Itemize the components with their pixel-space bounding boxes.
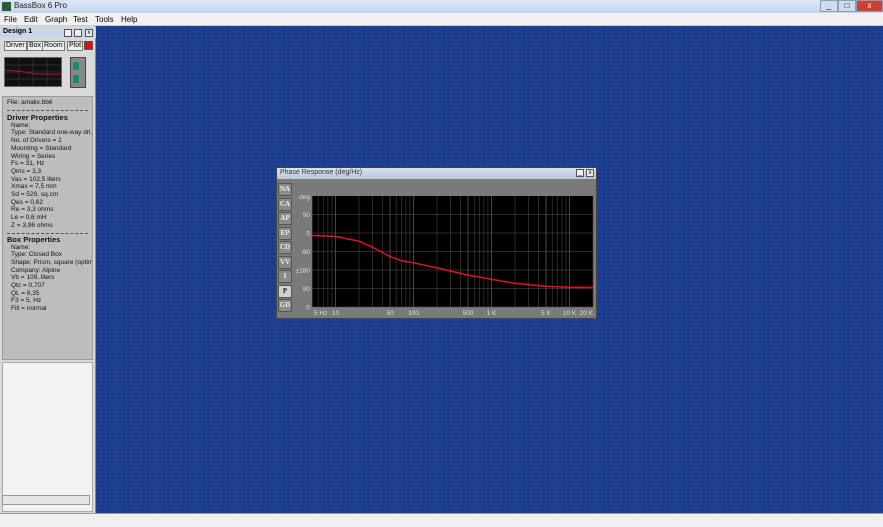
phase-chart: deg900-90±180900-90±1805 Hz10501005001 K…	[296, 168, 594, 317]
properties-panel: File: amalix.bb6 Driver Properties Name:…	[2, 96, 93, 360]
maximize-button[interactable]: □	[838, 0, 856, 12]
app-title: BassBox 6 Pro	[14, 1, 67, 10]
x-tick-label: 20 K	[580, 310, 594, 317]
horizontal-scrollbar[interactable]	[2, 495, 90, 505]
driver-property: Le = 0,6 mH	[11, 214, 47, 222]
menu-file[interactable]: File	[4, 15, 17, 24]
design-title: Design 1	[3, 28, 33, 35]
driver-property: Name:	[11, 121, 31, 129]
driver-property: Fs = 31, Hz	[11, 160, 45, 168]
driver-property: Re = 3,3 ohms	[11, 206, 54, 214]
notes-area	[2, 362, 93, 512]
y-tick-label: 0	[306, 305, 310, 312]
driver-property: Xmax = 7,5 mm	[11, 183, 57, 191]
file-name: File: amalix.bb6	[7, 99, 53, 106]
box-property: Type: Closed Box	[11, 251, 62, 259]
x-tick-label: 10	[332, 310, 340, 317]
box-property: QL = 6,35	[11, 289, 40, 297]
plot-thumbnail[interactable]	[4, 57, 62, 87]
x-tick-label: 100	[408, 310, 419, 317]
driver-property: Z = 3,96 ohms	[11, 221, 53, 229]
x-tick-label: 5 K	[541, 310, 551, 317]
copy-icon[interactable]	[74, 29, 82, 37]
y-tick-label: 0	[306, 231, 310, 238]
speaker-icon[interactable]	[70, 57, 86, 88]
menu-graph[interactable]: Graph	[45, 15, 67, 24]
driver-property: Qms = 3,3	[11, 167, 42, 175]
divider	[7, 109, 88, 111]
menu-edit[interactable]: Edit	[24, 15, 38, 24]
tab-box[interactable]: Box	[27, 41, 44, 51]
menu-tools[interactable]: Tools	[95, 15, 114, 24]
driver-property: Type: Standard one-way dri.	[11, 129, 93, 137]
title-bar: BassBox 6 Pro _ □ x	[0, 0, 883, 13]
app-icon	[2, 2, 11, 11]
status-bar	[0, 513, 883, 527]
driver-property: No. of Drivers = 2	[11, 137, 62, 145]
driver-properties-heading: Driver Properties	[7, 112, 68, 122]
box-property: Fill = normal	[11, 305, 47, 313]
box-properties-heading: Box Properties	[7, 234, 61, 244]
box-property: Qtc = 0,707	[11, 282, 45, 290]
box-property: Vb = 109, liters	[11, 274, 55, 282]
save-icon[interactable]	[64, 29, 72, 37]
y-tick-label: ±180	[296, 268, 311, 275]
box-property: F3 = 5, Hz	[11, 297, 42, 305]
menu-bar: File Edit Graph Test Tools Help	[0, 13, 883, 26]
driver-property: Mounting = Standard	[11, 144, 72, 152]
tab-plot[interactable]: Plot	[67, 41, 84, 51]
minimize-button[interactable]: _	[820, 0, 838, 12]
y-tick-label: 90	[303, 286, 311, 293]
tab-room[interactable]: Room	[42, 41, 65, 51]
driver-property: Vas = 102,5 liters	[11, 175, 61, 183]
tab-driver[interactable]: Driver	[4, 41, 27, 51]
menu-test[interactable]: Test	[73, 15, 88, 24]
y-tick-label: 90	[303, 212, 311, 219]
x-tick-label: 1 K	[487, 310, 497, 317]
design-header: Design 1 x	[0, 27, 96, 38]
y-tick-label: ±180	[296, 168, 311, 170]
y-axis-label: deg	[299, 194, 310, 201]
box-property: Company: Alpine	[11, 266, 61, 274]
x-tick-label: 50	[386, 310, 394, 317]
x-tick-label: 5 Hz	[314, 310, 327, 317]
close-design-icon[interactable]: x	[85, 29, 93, 37]
x-tick-label: 500	[463, 310, 474, 317]
close-button[interactable]: x	[856, 0, 883, 12]
driver-property: Wiring = Series	[11, 152, 56, 160]
box-property: Name:	[11, 243, 31, 251]
driver-property: Sd = 529, sq.cm	[11, 191, 59, 199]
x-tick-label: 10 K	[563, 310, 577, 317]
y-tick-label: -90	[301, 249, 311, 256]
phase-response-window: Phase Response (deg/Hz) _ x NA CA AP EP CD VV…	[276, 167, 597, 319]
box-property: Shape: Prism, square (optim.	[11, 258, 93, 266]
design-panel: Design 1 x Driver Box Room Plot File: am…	[0, 26, 96, 513]
menu-help[interactable]: Help	[121, 15, 137, 24]
driver-property: Qes = 0,62	[11, 198, 43, 206]
record-icon[interactable]	[84, 41, 93, 50]
divider	[7, 232, 88, 234]
